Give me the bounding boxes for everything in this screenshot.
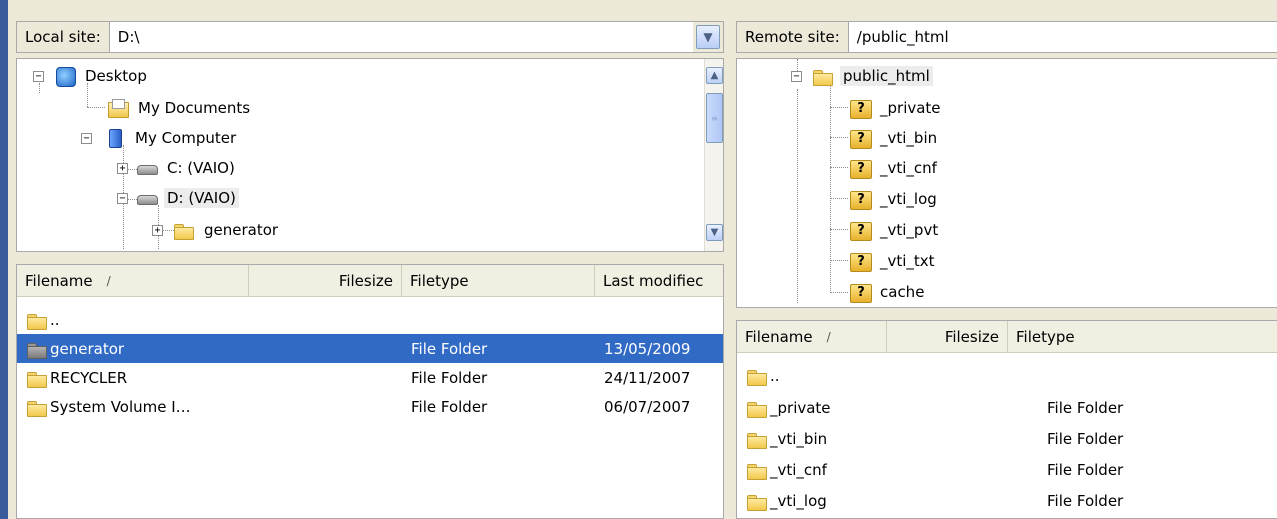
unknown-folder-icon	[849, 252, 872, 272]
tree-item-label: cache	[880, 283, 925, 301]
local-site-dropdown-button[interactable]: ▼	[696, 25, 720, 49]
collapse-icon[interactable]: −	[33, 70, 44, 82]
collapse-icon[interactable]: −	[117, 192, 128, 204]
drive-icon	[136, 159, 158, 177]
tree-item-label: _vti_cnf	[880, 159, 937, 177]
my-computer-icon	[104, 129, 126, 148]
list-item[interactable]: System Volume I… File Folder 06/07/2007	[17, 392, 723, 421]
tree-item-cache[interactable]: cache	[849, 279, 927, 305]
window-left-edge	[0, 0, 8, 519]
column-header-filetype[interactable]: Filetype	[1008, 321, 1277, 352]
tree-item-label: generator	[204, 221, 279, 239]
tree-item-drive-d[interactable]: − D: (VAIO)	[117, 185, 239, 211]
unknown-folder-icon	[849, 221, 872, 241]
local-tree-scrollbar[interactable]: ▲ ≡ ▼	[704, 59, 723, 251]
sort-indicator-icon: /	[826, 329, 831, 344]
folder-icon	[26, 311, 48, 330]
my-documents-icon	[107, 99, 129, 118]
folder-icon	[746, 430, 768, 449]
folder-icon	[746, 461, 768, 480]
chevron-down-icon: ▼	[703, 30, 713, 44]
tree-item-private[interactable]: _private	[849, 95, 944, 121]
list-item[interactable]: ..	[737, 361, 1277, 390]
tree-item-label: D: (VAIO)	[164, 188, 239, 208]
list-item[interactable]: _private File Folder	[737, 393, 1277, 422]
column-header-filename[interactable]: Filename /	[17, 265, 249, 296]
tree-item-label: C: (VAIO)	[167, 159, 235, 177]
tree-item-my-documents[interactable]: My Documents	[107, 95, 253, 121]
folder-icon	[26, 340, 48, 359]
tree-item-vti-bin[interactable]: _vti_bin	[849, 125, 940, 151]
collapse-icon[interactable]: −	[791, 70, 802, 82]
column-header-filesize[interactable]: Filesize	[887, 321, 1008, 352]
list-item[interactable]: RECYCLER File Folder 24/11/2007	[17, 363, 723, 392]
tree-item-vti-pvt[interactable]: _vti_pvt	[849, 217, 941, 243]
local-site-path-input[interactable]	[109, 22, 693, 52]
expand-icon[interactable]: +	[117, 162, 128, 174]
tree-item-public-html[interactable]: − public_html	[791, 63, 933, 89]
tree-item-label: _private	[880, 99, 941, 117]
local-file-list-header: Filename / Filesize Filetype Last modifi…	[17, 265, 723, 297]
tree-item-drive-c[interactable]: + C: (VAIO)	[117, 155, 238, 181]
scroll-down-button[interactable]: ▼	[706, 224, 723, 241]
collapse-icon[interactable]: −	[81, 132, 92, 144]
remote-file-list-header: Filename / Filesize Filetype	[737, 321, 1277, 353]
remote-site-label: Remote site:	[737, 22, 849, 52]
tree-item-vti-txt[interactable]: _vti_txt	[849, 248, 938, 274]
folder-icon	[746, 492, 768, 511]
unknown-folder-icon	[849, 129, 872, 149]
column-header-last-modified[interactable]: Last modifiec	[595, 265, 723, 296]
local-file-list: Filename / Filesize Filetype Last modifi…	[16, 264, 724, 519]
folder-icon	[26, 398, 48, 417]
list-item[interactable]: _vti_log File Folder	[737, 486, 1277, 515]
tree-item-vti-cnf[interactable]: _vti_cnf	[849, 155, 940, 181]
list-item[interactable]: generator File Folder 13/05/2009	[17, 334, 723, 363]
column-header-filesize[interactable]: Filesize	[249, 265, 402, 296]
desktop-icon	[54, 67, 76, 87]
tree-item-vti-log[interactable]: _vti_log	[849, 186, 940, 212]
column-header-filename[interactable]: Filename /	[737, 321, 887, 352]
chevron-down-icon: ▼	[710, 227, 719, 238]
folder-icon	[173, 221, 195, 240]
tree-item-label: _vti_log	[880, 190, 937, 208]
unknown-folder-icon	[849, 190, 872, 210]
expand-icon[interactable]: +	[152, 224, 163, 236]
folder-icon	[26, 369, 48, 388]
local-site-bar: Local site: ▼	[16, 21, 724, 53]
list-item[interactable]: _vti_bin File Folder	[737, 424, 1277, 453]
sort-indicator-icon: /	[106, 273, 111, 288]
tree-item-label: My Documents	[138, 99, 251, 117]
tree-item-label: _vti_bin	[880, 129, 938, 147]
remote-site-bar: Remote site:	[736, 21, 1277, 53]
scrollbar-thumb[interactable]: ≡	[706, 93, 723, 143]
tree-item-my-computer[interactable]: − My Computer	[81, 125, 239, 151]
tree-item-label: _vti_txt	[880, 252, 935, 270]
folder-icon	[746, 399, 768, 418]
local-site-label: Local site:	[17, 22, 110, 52]
tree-item-generator[interactable]: + generator	[152, 217, 281, 243]
drive-icon	[136, 189, 158, 207]
chevron-up-icon: ▲	[710, 70, 719, 81]
tree-item-label: _vti_pvt	[880, 221, 939, 239]
list-item[interactable]: ..	[17, 305, 723, 334]
remote-file-list: Filename / Filesize Filetype .. _private…	[736, 320, 1277, 519]
column-header-filetype[interactable]: Filetype	[402, 265, 595, 296]
unknown-folder-icon	[849, 99, 872, 119]
list-item[interactable]: _vti_cnf File Folder	[737, 455, 1277, 484]
tree-item-label: Desktop	[85, 67, 147, 85]
scroll-up-button[interactable]: ▲	[706, 67, 723, 84]
remote-directory-tree: − public_html _private _vti_bin _vti_cnf…	[736, 58, 1277, 308]
unknown-folder-icon	[849, 283, 872, 303]
tree-item-label: My Computer	[135, 129, 237, 147]
folder-icon	[812, 67, 834, 86]
tree-item-label: public_html	[840, 66, 933, 86]
remote-site-path-input[interactable]	[848, 22, 1277, 52]
tree-item-desktop[interactable]: − Desktop	[33, 63, 150, 89]
unknown-folder-icon	[849, 159, 872, 179]
local-directory-tree: − Desktop My Documents − My Computer + C…	[16, 58, 724, 252]
folder-icon	[746, 367, 768, 386]
